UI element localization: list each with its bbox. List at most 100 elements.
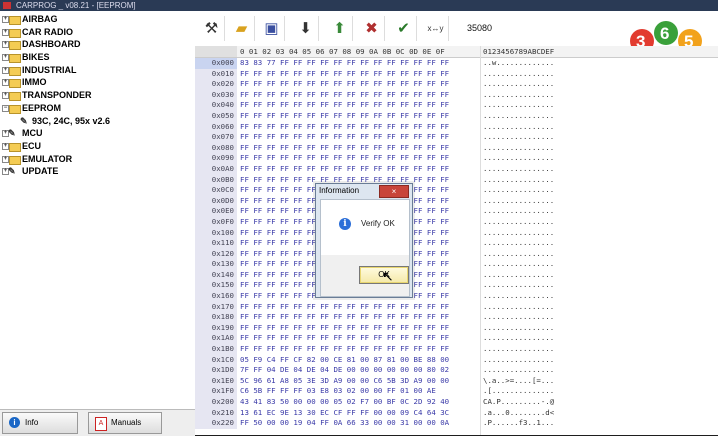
expand-icon[interactable]: + xyxy=(2,66,9,74)
expand-icon[interactable]: + xyxy=(2,28,9,36)
hex-row-ascii[interactable]: ................ xyxy=(483,259,554,270)
hex-row-ascii[interactable]: ................ xyxy=(483,111,554,122)
info-button[interactable]: i Info xyxy=(2,412,78,434)
tree-item-update[interactable]: + ✎ UPDATE xyxy=(0,165,195,178)
hex-row-ascii[interactable]: ................ xyxy=(483,132,554,143)
tree-item-emulator[interactable]: + EMULATOR xyxy=(0,153,195,166)
hex-row[interactable]: 0x040 FF FF FF FF FF FF FF FF FF FF FF FF… xyxy=(195,100,718,111)
hex-row[interactable]: 0x1F0 C6 5B FF FF FF 03 E8 03 02 00 00 FF… xyxy=(195,386,718,397)
hex-row-bytes[interactable]: 5C 96 61 A8 05 3E 3D A9 00 00 C6 5B 3D A… xyxy=(240,376,449,387)
hex-row[interactable]: 0x1A0 FF FF FF FF FF FF FF FF FF FF FF FF… xyxy=(195,333,718,345)
hex-row[interactable]: 0x110FF FF FF FF FF FF FF FF FF FF FF FF… xyxy=(195,238,718,249)
hex-row-bytes[interactable]: FF FF FF FF FF FF FF FF FF FF FF FF FF F… xyxy=(240,153,449,164)
hex-row-ascii[interactable]: ................ xyxy=(483,344,554,355)
tree-item-airbag[interactable]: + AIRBAG xyxy=(0,13,195,26)
tree-item-dashboard[interactable]: + DASHBOARD xyxy=(0,38,195,51)
hex-row-ascii[interactable]: ................ xyxy=(483,122,554,133)
hex-row[interactable]: 0x130FF FF FF FF FF FF FF FF FF FF FF FF… xyxy=(195,259,718,270)
hex-row-bytes[interactable]: FF FF FF FF FF FF FF FF FF FF FF FF FF F… xyxy=(240,132,449,143)
hex-row-bytes[interactable]: FF FF FF FF FF FF FF FF FF FF FF FF FF F… xyxy=(240,312,449,323)
manuals-button[interactable]: A Manuals xyxy=(88,412,162,434)
tree-item-immo[interactable]: + IMMO xyxy=(0,76,195,89)
hex-row-ascii[interactable]: ................ xyxy=(483,100,554,111)
hex-row[interactable]: 0x0F0FF FF FF FF FF FF FF FF FF FF FF FF… xyxy=(195,216,718,228)
dialog-close-button[interactable]: × xyxy=(379,185,409,198)
hex-row-ascii[interactable]: .a...0........d< xyxy=(483,408,554,419)
hex-row-bytes[interactable]: FF FF FF FF FF FF FF FF FF FF FF FF FF F… xyxy=(240,69,449,80)
hex-row[interactable]: 0x070 FF FF FF FF FF FF FF FF FF FF FF FF… xyxy=(195,132,718,143)
hex-row-ascii[interactable]: ................ xyxy=(483,365,554,376)
hex-row-bytes[interactable]: 05 F9 C4 FF CF 82 00 CE 81 00 87 81 00 B… xyxy=(240,355,449,366)
tree-item-car-radio[interactable]: + CAR RADIO xyxy=(0,26,195,39)
hex-row-ascii[interactable]: ................ xyxy=(483,185,554,196)
hex-row-ascii[interactable]: ................ xyxy=(483,355,554,366)
expand-icon[interactable]: + xyxy=(2,41,9,49)
hex-row-ascii[interactable]: ................ xyxy=(483,90,554,101)
hex-row-ascii[interactable]: ................ xyxy=(483,228,554,239)
hex-row-ascii[interactable]: ................ xyxy=(483,270,554,281)
hex-row-bytes[interactable]: 43 41 83 50 00 00 00 05 02 F7 00 BF 0C 2… xyxy=(240,397,449,408)
expand-icon[interactable]: + xyxy=(2,155,9,163)
hex-row[interactable]: 0x0B0 FF FF FF FF FF FF FF FF FF FF FF FF… xyxy=(195,174,718,186)
hex-row-ascii[interactable]: ................ xyxy=(483,153,554,164)
hex-row-ascii[interactable]: ................ xyxy=(483,323,554,334)
hex-row-ascii[interactable]: ................ xyxy=(483,249,554,260)
hex-row-ascii[interactable]: CA.P.........-.@ xyxy=(483,397,554,408)
hex-row-ascii[interactable]: ................ xyxy=(483,291,554,302)
hex-row-bytes[interactable]: FF FF FF FF FF FF FF FF FF FF FF FF FF F… xyxy=(240,111,449,122)
tree-item-industrial[interactable]: + INDUSTRIAL xyxy=(0,64,195,77)
tree-item-ecu[interactable]: + ECU xyxy=(0,140,195,153)
hex-row[interactable]: 0x030 FF FF FF FF FF FF FF FF FF FF FF FF… xyxy=(195,89,718,101)
expand-icon[interactable]: + xyxy=(2,79,9,87)
hex-row[interactable]: 0x1C0 05 F9 C4 FF CF 82 00 CE 81 00 87 81… xyxy=(195,354,718,366)
hex-row-bytes[interactable]: 83 83 77 FF FF FF FF FF FF FF FF FF FF F… xyxy=(240,58,449,69)
hex-row[interactable]: 0x140FF FF FF FF FF FF FF FF FF FF FF FF… xyxy=(195,269,718,281)
tree-item-93c-24c-95x[interactable]: ✎ 93C, 24C, 95x v2.6 xyxy=(0,115,195,128)
hex-row[interactable]: 0x1D0 7F FF 04 DE 04 DE 04 DE 00 00 00 00… xyxy=(195,365,718,376)
tools-icon[interactable]: ⚒ xyxy=(199,16,225,41)
hex-row[interactable]: 0x0C0FF FF FF FF FF FF FF FF FF FF FF FF… xyxy=(195,185,718,196)
hex-row-ascii[interactable]: ................ xyxy=(483,143,554,154)
hex-row-ascii[interactable]: ................ xyxy=(483,312,554,323)
swap-x-y-icon[interactable]: x↔y xyxy=(423,16,449,41)
hex-row[interactable]: 0x1E0 5C 96 61 A8 05 3E 3D A9 00 00 C6 5B… xyxy=(195,375,718,387)
hex-row[interactable]: 0x0E0FF FF FF FF FF FF FF FF FF FF FF FF… xyxy=(195,206,718,217)
hex-row-ascii[interactable]: ................ xyxy=(483,69,554,80)
hex-row-ascii[interactable]: ................ xyxy=(483,302,554,313)
expand-icon[interactable]: + xyxy=(2,142,9,150)
hex-row-bytes[interactable]: FF 50 00 00 19 04 FF 0A 66 33 00 00 31 0… xyxy=(240,418,449,429)
expand-icon[interactable]: + xyxy=(2,92,9,100)
tree-item-eeprom[interactable]: − EEPROM xyxy=(0,102,195,115)
hex-row[interactable]: 0x160FF FF FF FF FF FF FF FF FF FF FF FF… xyxy=(195,291,718,302)
hex-row[interactable]: 0x0A0 FF FF FF FF FF FF FF FF FF FF FF FF… xyxy=(195,163,718,175)
save-disk-icon[interactable]: ▣ xyxy=(259,16,285,41)
hex-row[interactable]: 0x200 43 41 83 50 00 00 00 05 02 F7 00 BF… xyxy=(195,397,718,408)
hex-row-bytes[interactable]: C6 5B FF FF FF 03 E8 03 02 00 00 FF 01 0… xyxy=(240,386,436,397)
hex-row-bytes[interactable]: FF FF FF FF FF FF FF FF FF FF FF FF FF F… xyxy=(240,122,449,133)
hex-row[interactable]: 0x000 83 83 77 FF FF FF FF FF FF FF FF FF… xyxy=(195,58,718,69)
hex-row-ascii[interactable]: ................ xyxy=(483,280,554,291)
hex-row-ascii[interactable]: .P......f3..1... xyxy=(483,418,554,429)
hex-row-bytes[interactable]: 7F FF 04 DE 04 DE 04 DE 00 00 00 00 00 0… xyxy=(240,365,449,376)
hex-row-bytes[interactable]: FF FF FF FF FF FF FF FF FF FF FF FF FF F… xyxy=(240,143,449,154)
expand-icon[interactable]: + xyxy=(2,16,9,23)
hex-row[interactable]: 0x150FF FF FF FF FF FF FF FF FF FF FF FF… xyxy=(195,280,718,292)
hex-row[interactable]: 0x010 FF FF FF FF FF FF FF FF FF FF FF FF… xyxy=(195,68,718,80)
hex-row[interactable]: 0x100FF FF FF FF FF FF FF FF FF FF FF FF… xyxy=(195,227,718,239)
erase-chip-icon[interactable]: ✖ xyxy=(359,16,385,41)
hex-editor[interactable]: 0 01 02 03 04 05 06 07 08 09 0A 0B 0C 0D… xyxy=(195,46,718,435)
hex-row-ascii[interactable]: ................ xyxy=(483,196,554,207)
hex-row-ascii[interactable]: .[.............. xyxy=(483,386,554,397)
folder-open-icon[interactable]: ▰ xyxy=(229,16,255,41)
hex-row-ascii[interactable]: ................ xyxy=(483,217,554,228)
hex-row-ascii[interactable]: ................ xyxy=(483,238,554,249)
hex-row-bytes[interactable]: FF FF FF FF FF FF FF FF FF FF FF FF FF F… xyxy=(240,302,449,313)
tree-item-mcu[interactable]: + ✎ MCU xyxy=(0,127,195,140)
hex-row-bytes[interactable]: FF FF FF FF FF FF FF FF FF FF FF FF FF F… xyxy=(240,79,449,90)
hex-row[interactable]: 0x220 FF 50 00 00 19 04 FF 0A 66 33 00 00… xyxy=(195,418,718,429)
hex-row[interactable]: 0x050 FF FF FF FF FF FF FF FF FF FF FF FF… xyxy=(195,110,718,122)
hex-row-ascii[interactable]: ................ xyxy=(483,206,554,217)
hex-row[interactable]: 0x1B0 FF FF FF FF FF FF FF FF FF FF FF FF… xyxy=(195,344,718,355)
read-chip-icon[interactable]: ⬇ xyxy=(293,16,319,41)
hex-row[interactable]: 0x080 FF FF FF FF FF FF FF FF FF FF FF FF… xyxy=(195,142,718,154)
